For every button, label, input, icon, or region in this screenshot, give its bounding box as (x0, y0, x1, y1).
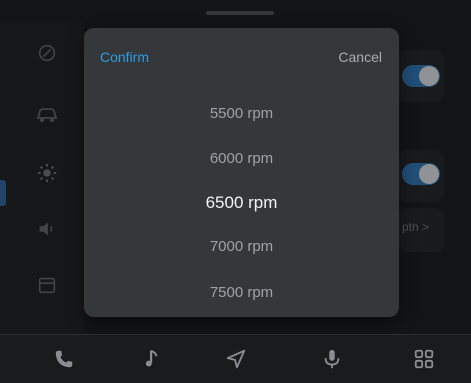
music-icon[interactable] (138, 345, 166, 373)
picker-option[interactable]: 5500 rpm (84, 105, 399, 122)
picker-option[interactable]: 7500 rpm (84, 284, 399, 301)
navigation-icon[interactable] (222, 345, 250, 373)
picker-option[interactable]: 6000 rpm (84, 150, 399, 167)
confirm-button[interactable]: Confirm (100, 49, 149, 65)
app-screen: ptn > Confirm Cancel 5500 rpm 6000 rpm 6… (0, 0, 471, 383)
cancel-button[interactable]: Cancel (338, 49, 382, 65)
apps-grid-icon[interactable] (410, 345, 438, 373)
microphone-icon[interactable] (318, 345, 346, 373)
picker-option[interactable]: 7000 rpm (84, 238, 399, 255)
rpm-picker-dialog: Confirm Cancel 5500 rpm 6000 rpm 6500 rp… (84, 28, 399, 317)
picker-option-selected[interactable]: 6500 rpm (84, 193, 399, 213)
bottom-nav-bar (0, 334, 471, 383)
phone-icon[interactable] (50, 345, 78, 373)
